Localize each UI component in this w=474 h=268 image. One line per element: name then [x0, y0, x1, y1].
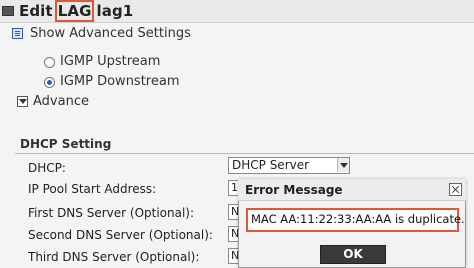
advance-expand-icon[interactable]: [17, 96, 28, 107]
igmp-upstream-label: IGMP Upstream: [60, 54, 161, 69]
igmp-upstream-radio[interactable]: [44, 57, 55, 68]
title-highlight: LAG: [54, 0, 95, 22]
dhcp-select-value: DHCP Server: [232, 158, 310, 172]
advance-label[interactable]: Advance: [33, 94, 89, 109]
igmp-downstream-radio[interactable]: [44, 77, 55, 88]
dhcp-section-title: DHCP Setting: [20, 137, 112, 151]
show-advanced-settings-link[interactable]: Show Advanced Settings: [30, 26, 191, 41]
second-dns-label: Second DNS Server (Optional):: [28, 228, 213, 242]
error-message-text: MAC AA:11:22:33:AA:AA is duplicate.: [251, 212, 465, 226]
ok-button[interactable]: OK: [320, 245, 386, 264]
settings-list-icon[interactable]: [12, 28, 23, 39]
dialog-title: Error Message: [245, 183, 343, 197]
title-prefix: Edit: [19, 2, 53, 20]
igmp-downstream-label: IGMP Downstream: [60, 74, 180, 89]
ip-pool-start-label: IP Pool Start Address:: [28, 182, 157, 196]
section-divider: [15, 153, 474, 154]
title-suffix: lag1: [96, 2, 134, 20]
chevron-down-icon[interactable]: [337, 158, 349, 172]
dhcp-label: DHCP:: [28, 161, 66, 175]
close-icon[interactable]: [449, 183, 462, 196]
edit-icon: [2, 6, 14, 16]
first-dns-label: First DNS Server (Optional):: [28, 206, 195, 220]
page-title: Edit LAG lag1: [19, 0, 134, 22]
third-dns-label: Third DNS Server (Optional):: [28, 250, 200, 264]
